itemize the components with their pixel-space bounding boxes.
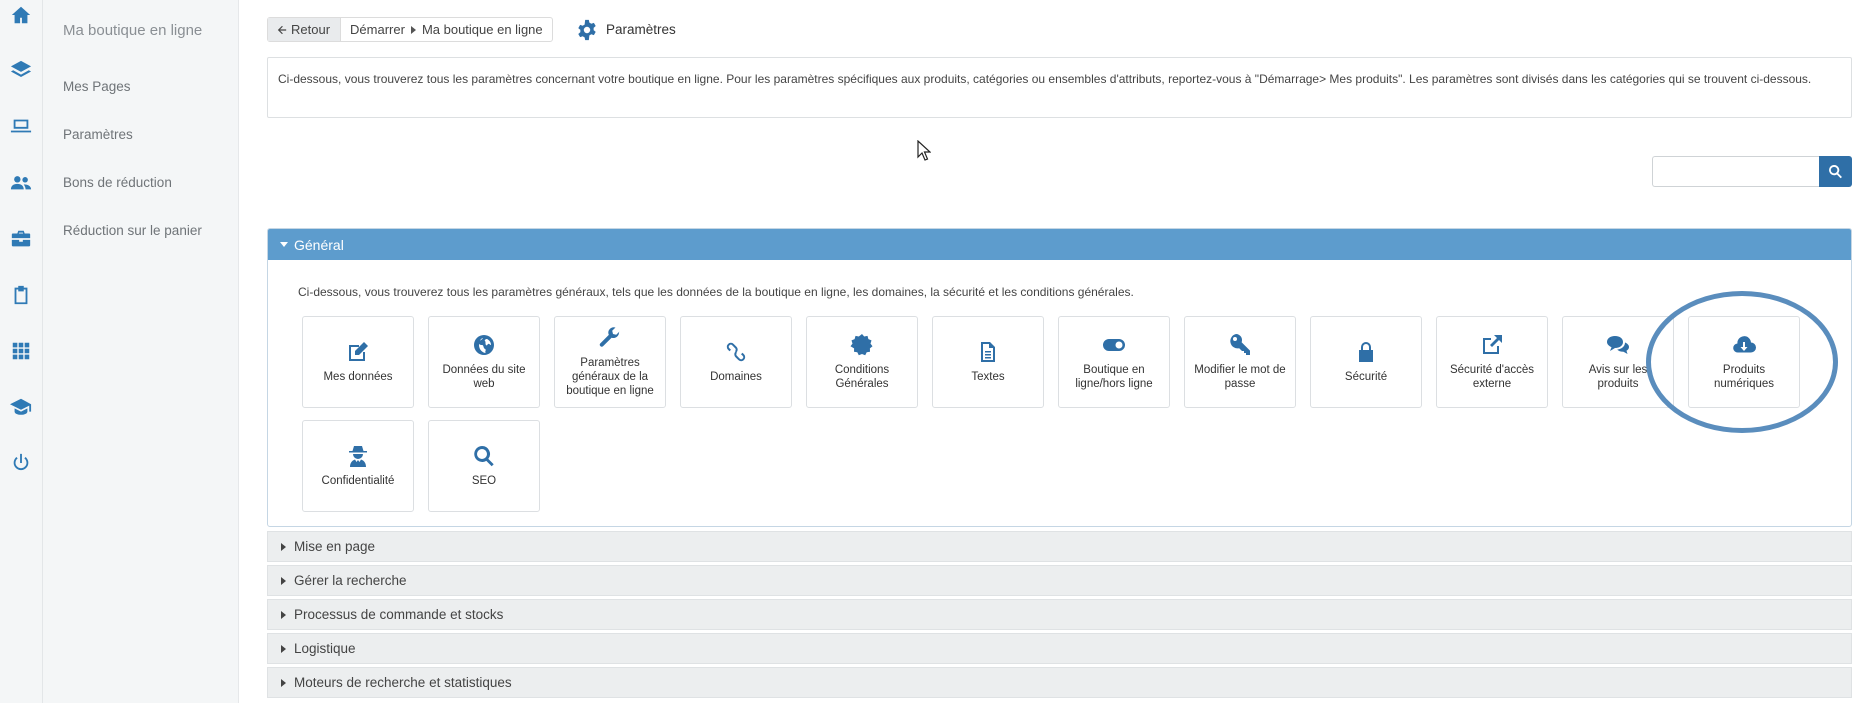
page-title-text: Paramètres xyxy=(606,22,676,37)
tile-parametres-generaux[interactable]: Paramètres généraux de la boutique en li… xyxy=(554,316,666,408)
arrow-left-icon xyxy=(277,25,287,34)
lock-icon xyxy=(1359,342,1373,362)
tile-label: Sécurité xyxy=(1344,371,1388,383)
caret-right-icon xyxy=(281,576,286,585)
layers-icon[interactable] xyxy=(6,55,36,85)
search-icon xyxy=(1829,164,1842,179)
power-icon[interactable] xyxy=(6,448,36,478)
document-icon xyxy=(981,342,995,362)
tile-label: Textes xyxy=(971,371,1005,383)
tile-produits-numeriques[interactable]: Produits numériques xyxy=(1688,316,1800,408)
general-panel-header[interactable]: Général xyxy=(268,229,1851,260)
tile-donnees-site-web[interactable]: Données du site web xyxy=(428,316,540,408)
breadcrumb-trail: Démarrer Ma boutique en ligne xyxy=(341,18,552,41)
breadcrumb-ma-boutique[interactable]: Ma boutique en ligne xyxy=(422,22,543,37)
globe-icon xyxy=(474,335,494,355)
gear-icon xyxy=(578,19,596,40)
section-label: Logistique xyxy=(294,641,356,656)
user-secret-icon xyxy=(349,446,367,467)
sidebar-item-mes-pages[interactable]: Mes Pages xyxy=(63,79,131,94)
apps-grid-icon[interactable] xyxy=(6,336,36,366)
tile-label: Boutique en ligne/hors ligne xyxy=(1075,364,1153,390)
main-content: Retour Démarrer Ma boutique en ligne Par… xyxy=(239,0,1856,703)
section-moteurs-recherche-statistiques[interactable]: Moteurs de recherche et statistiques xyxy=(267,667,1852,698)
breadcrumb-separator-icon xyxy=(410,25,416,34)
tile-boutique-en-ligne-hors-ligne[interactable]: Boutique en ligne/hors ligne xyxy=(1058,316,1170,408)
info-text: Ci-dessous, vous trouverez tous les para… xyxy=(278,72,1812,86)
sidebar-item-bons-de-reduction[interactable]: Bons de réduction xyxy=(63,175,172,190)
tile-seo[interactable]: SEO xyxy=(428,420,540,512)
briefcase-icon[interactable] xyxy=(6,224,36,254)
section-label: Moteurs de recherche et statistiques xyxy=(294,675,512,690)
tile-confidentialite[interactable]: Confidentialité xyxy=(302,420,414,512)
edit-icon xyxy=(349,342,368,361)
caret-right-icon xyxy=(281,610,286,619)
section-label: Processus de commande et stocks xyxy=(294,607,504,622)
info-box: Ci-dessous, vous trouverez tous les para… xyxy=(267,57,1852,118)
tile-textes[interactable]: Textes xyxy=(932,316,1044,408)
tile-modifier-mot-de-passe[interactable]: Modifier le mot de passe xyxy=(1184,316,1296,408)
tile-mes-donnees[interactable]: Mes données xyxy=(302,316,414,408)
key-icon xyxy=(1230,333,1250,355)
external-link-icon xyxy=(1483,335,1502,354)
sidebar-item-reduction-panier[interactable]: Réduction sur le panier xyxy=(63,223,202,238)
caret-right-icon xyxy=(281,644,286,653)
section-logistique[interactable]: Logistique xyxy=(267,633,1852,664)
caret-down-icon xyxy=(280,242,288,247)
tile-label: Avis sur les produits xyxy=(1588,364,1648,390)
icon-rail xyxy=(0,0,43,703)
tile-avis-sur-les-produits[interactable]: Avis sur les produits xyxy=(1562,316,1674,408)
sidebar-item-parametres[interactable]: Paramètres xyxy=(63,127,133,142)
section-mise-en-page[interactable]: Mise en page xyxy=(267,531,1852,562)
cloud-download-icon xyxy=(1733,336,1756,353)
general-panel: Général Ci-dessous, vous trouverez tous … xyxy=(267,228,1852,527)
caret-right-icon xyxy=(281,542,286,551)
tile-securite-acces-externe[interactable]: Sécurité d'accès externe xyxy=(1436,316,1548,408)
link-icon xyxy=(726,342,746,362)
tile-label: Conditions Générales xyxy=(834,364,890,390)
laptop-icon[interactable] xyxy=(6,111,36,141)
section-label: Gérer la recherche xyxy=(294,573,407,588)
search-icon xyxy=(474,446,494,467)
back-button[interactable]: Retour xyxy=(268,18,342,41)
tile-label: Données du site web xyxy=(442,364,526,390)
seal-icon xyxy=(850,334,873,356)
tile-label: Mes données xyxy=(323,371,393,383)
tile-conditions-generales[interactable]: Conditions Générales xyxy=(806,316,918,408)
tile-label: Sécurité d'accès externe xyxy=(1449,364,1534,390)
home-icon[interactable] xyxy=(6,0,36,30)
settings-search xyxy=(1652,156,1852,187)
general-description: Ci-dessous, vous trouverez tous les para… xyxy=(298,285,1134,299)
breadcrumb: Retour Démarrer Ma boutique en ligne xyxy=(267,17,553,42)
general-panel-title: Général xyxy=(294,236,344,253)
section-processus-commande-stocks[interactable]: Processus de commande et stocks xyxy=(267,599,1852,630)
comments-icon xyxy=(1607,336,1629,354)
search-input[interactable] xyxy=(1652,156,1819,187)
sidebar: Ma boutique en ligne Mes Pages Paramètre… xyxy=(43,0,239,703)
users-icon[interactable] xyxy=(6,168,36,198)
tile-label: Produits numériques xyxy=(1713,364,1775,390)
section-gerer-la-recherche[interactable]: Gérer la recherche xyxy=(267,565,1852,596)
back-label: Retour xyxy=(291,22,331,37)
tile-domaines[interactable]: Domaines xyxy=(680,316,792,408)
page-title: Paramètres xyxy=(576,17,676,42)
tile-label: Confidentialité xyxy=(321,475,395,487)
mouse-pointer-icon xyxy=(917,140,931,161)
graduation-cap-icon[interactable] xyxy=(6,392,36,422)
clipboard-icon[interactable] xyxy=(6,280,36,310)
tile-label: Domaines xyxy=(710,371,762,383)
toggle-icon xyxy=(1103,339,1125,351)
tile-label: SEO xyxy=(471,475,497,487)
caret-right-icon xyxy=(281,678,286,687)
section-label: Mise en page xyxy=(294,539,376,554)
tile-label: Modifier le mot de passe xyxy=(1194,364,1286,390)
tile-securite[interactable]: Sécurité xyxy=(1310,316,1422,408)
breadcrumb-demarrer[interactable]: Démarrer xyxy=(350,22,405,37)
sidebar-title: Ma boutique en ligne xyxy=(63,22,203,39)
search-button[interactable] xyxy=(1819,156,1852,187)
wrench-icon xyxy=(599,327,620,347)
tile-label: Paramètres généraux de la boutique en li… xyxy=(566,357,654,397)
